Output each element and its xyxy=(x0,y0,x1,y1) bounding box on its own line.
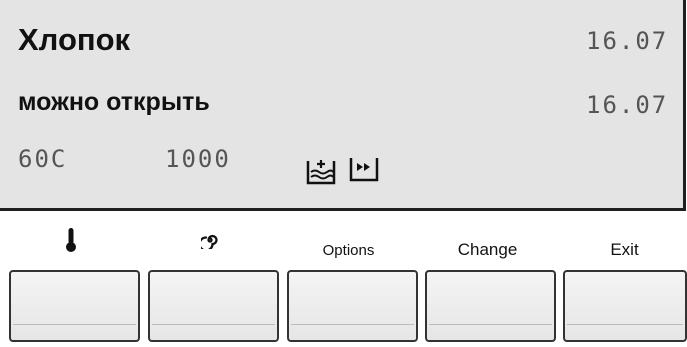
time-readout-1: 16.07 xyxy=(586,27,669,55)
door-status: можно открыть xyxy=(18,88,210,116)
program-name: Хлопок xyxy=(18,22,131,57)
softkey-labels: Options Change Exit xyxy=(0,226,687,276)
softkey-label-change: Change xyxy=(457,240,518,259)
softkey-label-spin xyxy=(141,226,278,254)
lcd-display: Хлопок 16.07 можно открыть 16.07 60C 100… xyxy=(0,0,686,211)
temperature-readout: 60C xyxy=(18,145,68,173)
softkey-label-exit: Exit xyxy=(610,240,639,259)
spin-icon xyxy=(197,234,218,252)
extra-rinse-icon xyxy=(306,160,336,185)
change-button[interactable] xyxy=(425,270,556,342)
options-button[interactable] xyxy=(287,270,418,342)
softkey-label-options: Options xyxy=(322,242,375,259)
time-readout-2: 16.07 xyxy=(586,91,669,119)
spin-readout: 1000 xyxy=(165,145,231,173)
softkey-label-temperature xyxy=(2,226,139,258)
spin-button[interactable] xyxy=(148,270,279,342)
temperature-button[interactable] xyxy=(9,270,140,342)
exit-button[interactable] xyxy=(563,270,687,342)
thermometer-icon xyxy=(65,228,76,252)
quick-wash-icon xyxy=(349,158,379,182)
